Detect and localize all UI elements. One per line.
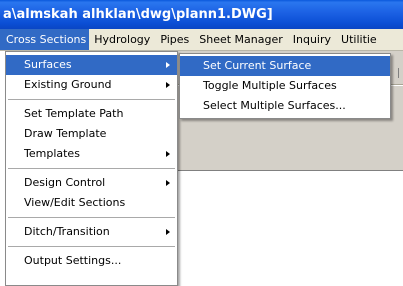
submenu-arrow-icon: [166, 82, 170, 88]
menu-item-label: Design Control: [24, 176, 106, 189]
submenu-arrow-icon: [166, 229, 170, 235]
menu-item-label: Ditch/Transition: [24, 225, 110, 238]
menu-sheet-manager[interactable]: Sheet Manager: [194, 29, 288, 50]
menu-item-label: Templates: [24, 147, 80, 160]
menu-divider: [8, 217, 175, 218]
menu-item-label: Output Settings...: [24, 254, 122, 267]
menu-bar: Cross Sections Hydrology Pipes Sheet Manage…: [0, 29, 403, 51]
menu-hydrology[interactable]: Hydrology: [89, 29, 155, 50]
menu-pipes[interactable]: Pipes: [155, 29, 194, 50]
menu-item-label: Draw Template: [24, 127, 107, 140]
menu-item-select-multiple-surfaces[interactable]: Select Multiple Surfaces...: [180, 96, 390, 116]
submenu-arrow-icon: [166, 62, 170, 68]
submenu-arrow-icon: [166, 151, 170, 157]
menu-item-label: View/Edit Sections: [24, 196, 126, 209]
menu-inquiry[interactable]: Inquiry: [288, 29, 336, 50]
menu-item-view-edit-sections[interactable]: View/Edit Sections: [6, 193, 177, 213]
menu-item-set-template-path[interactable]: Set Template Path: [6, 104, 177, 124]
surfaces-submenu: Set Current Surface Toggle Multiple Surf…: [179, 53, 391, 119]
menu-item-set-current-surface[interactable]: Set Current Surface: [180, 56, 390, 76]
menu-item-label: Existing Ground: [24, 78, 112, 91]
cross-sections-menu: Surfaces Existing Ground Set Template Pa…: [5, 51, 178, 286]
menu-item-output-settings[interactable]: Output Settings...: [6, 251, 177, 271]
panel-area: [178, 170, 403, 195]
menu-item-ditch-transition[interactable]: Ditch/Transition: [6, 222, 177, 242]
menu-item-surfaces[interactable]: Surfaces: [6, 55, 177, 75]
menu-item-design-control[interactable]: Design Control: [6, 173, 177, 193]
menu-cross-sections[interactable]: Cross Sections: [0, 29, 90, 50]
submenu-arrow-icon: [166, 180, 170, 186]
menu-item-existing-ground[interactable]: Existing Ground: [6, 75, 177, 95]
menu-item-label: Set Template Path: [24, 107, 124, 120]
toolbar-grip: [398, 68, 403, 78]
menu-item-toggle-multiple-surfaces[interactable]: Toggle Multiple Surfaces: [180, 76, 390, 96]
menu-utilities[interactable]: Utilitie: [336, 29, 382, 50]
menu-divider: [8, 246, 175, 247]
menu-divider: [8, 99, 175, 100]
window-title: a\almskah alhklan\dwg\plann1.DWG]: [0, 0, 403, 29]
menu-item-label: Surfaces: [24, 58, 72, 71]
menu-divider: [8, 168, 175, 169]
menu-item-draw-template[interactable]: Draw Template: [6, 124, 177, 144]
menu-item-templates[interactable]: Templates: [6, 144, 177, 164]
